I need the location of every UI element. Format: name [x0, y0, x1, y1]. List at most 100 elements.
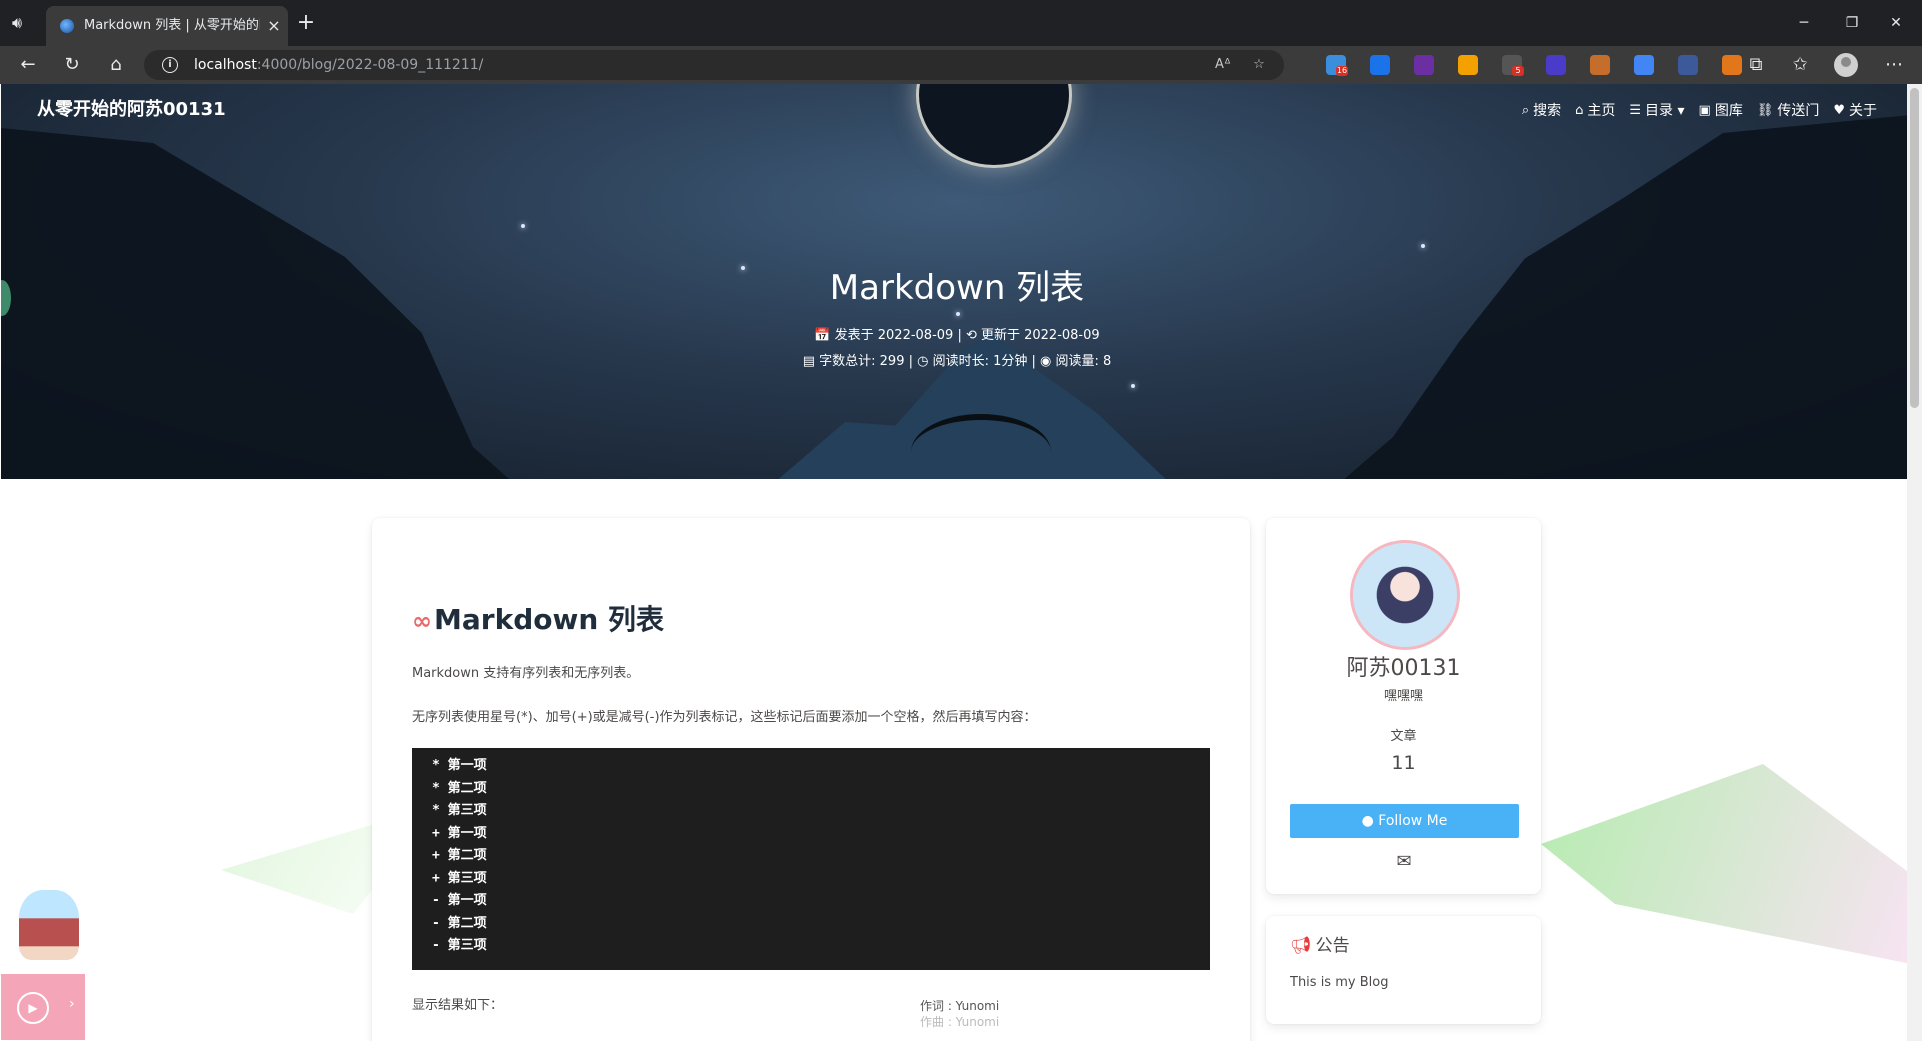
notice-title: 📢︎ 公告 — [1290, 934, 1350, 958]
chevron-right-icon[interactable]: › — [69, 996, 75, 1012]
decor-ribbon-right — [1541, 764, 1907, 964]
code-line: + 第三项 — [432, 870, 487, 886]
ext-6-icon[interactable] — [1546, 55, 1566, 75]
code-line: + 第一项 — [432, 825, 487, 841]
play-icon[interactable]: ▶ — [17, 992, 49, 1024]
articles-label[interactable]: 文章 — [1266, 728, 1541, 746]
code-line: - 第三项 — [432, 938, 487, 953]
mascot-character[interactable] — [19, 890, 79, 960]
ext-3-icon[interactable] — [1414, 55, 1434, 75]
restore-button[interactable]: ❐ — [1832, 10, 1872, 36]
puzzle-icon[interactable]: ⧉ — [1742, 53, 1770, 77]
anchor-link-icon[interactable]: ∞ — [412, 607, 432, 635]
ext-8-icon[interactable] — [1634, 55, 1654, 75]
url-text[interactable]: localhost:4000/blog/2022-08-09_111211/ — [194, 56, 483, 74]
nav-item-1[interactable]: ⌂ 主页 — [1575, 100, 1615, 122]
nav-item-2[interactable]: ☰ 目录 ▾ — [1629, 100, 1684, 122]
post-title: Markdown 列表 — [829, 268, 1085, 308]
gallery-icon: ▣ — [1698, 103, 1711, 118]
extension-badge: 5 — [1512, 66, 1524, 76]
post-meta-dates: 📅 发表于 2022-08-09 | ⟲ 更新于 2022-08-09 — [814, 328, 1100, 343]
nav-item-5[interactable]: ♥ 关于 — [1833, 100, 1877, 122]
nav-item-label: 关于 — [1849, 103, 1877, 119]
browser-window: 🔊︎ Markdown 列表 | 从零开始的阿苏00131 × + ─ ❐ ✕ … — [0, 0, 1922, 1041]
browser-toolbar: ← ↻ ⌂ i localhost:4000/blog/2022-08-09_1… — [0, 46, 1922, 84]
nav-item-0[interactable]: ⌕ 搜索 — [1522, 100, 1561, 122]
ext-1-icon[interactable]: 16 — [1326, 55, 1348, 76]
nav-item-label: 搜索 — [1533, 103, 1562, 119]
speaker-icon[interactable]: 🔊︎ — [12, 14, 34, 32]
ext-4-icon[interactable] — [1458, 55, 1478, 75]
lyric-line-1: 作词 : Yunomi — [920, 999, 1000, 1013]
unordered-description: 无序列表使用星号(*)、加号(+)或是减号(-)作为列表标记，这些标记后面要添加… — [412, 710, 1037, 725]
nav-item-label: 目录 ▾ — [1645, 103, 1685, 119]
ext-10-icon[interactable] — [1722, 55, 1742, 75]
ext-5-icon[interactable]: 5 — [1502, 55, 1524, 76]
tab-title: Markdown 列表 | 从零开始的阿苏00131 — [84, 18, 260, 33]
close-window-button[interactable]: ✕ — [1876, 10, 1916, 36]
ext-9-icon[interactable] — [1678, 55, 1698, 75]
home-button[interactable]: ⌂ — [102, 53, 130, 77]
profile-card: 阿苏00131 嘿嘿嘿 文章 11 ● Follow Me ✉ — [1266, 518, 1541, 894]
follow-me-button[interactable]: ● Follow Me — [1290, 804, 1519, 838]
star — [956, 312, 960, 316]
favicon-icon — [60, 19, 74, 33]
megaphone-icon: 📢︎ — [1290, 936, 1312, 956]
scroll-thumb[interactable] — [1910, 88, 1919, 408]
articles-count[interactable]: 11 — [1266, 750, 1541, 776]
star — [1421, 244, 1425, 248]
heart-icon: ♥ — [1833, 103, 1845, 118]
ext-7-icon[interactable] — [1590, 55, 1610, 75]
site-title[interactable]: 从零开始的阿苏00131 — [37, 98, 226, 122]
article-heading: ∞Markdown 列表 — [412, 600, 664, 641]
browser-tab[interactable]: Markdown 列表 | 从零开始的阿苏00131 × — [46, 6, 288, 46]
hero-moon — [916, 84, 1072, 168]
article-card: ∞Markdown 列表 Markdown 支持有序列表和无序列表。 无序列表使… — [372, 518, 1250, 1041]
code-block: * 第一项 * 第二项 * 第三项 + 第一项 + 第二项 + 第三项 - 第一项 - 第二项… — [412, 748, 1210, 970]
nav-item-label: 主页 — [1587, 103, 1616, 119]
author-avatar — [1350, 540, 1460, 650]
favorites-icon[interactable]: ✩ — [1786, 53, 1814, 77]
github-icon: ● — [1361, 813, 1374, 829]
link-icon: ⛓ — [1756, 103, 1774, 118]
page-scrollbar[interactable] — [1907, 84, 1922, 1041]
close-tab-icon[interactable]: × — [264, 16, 284, 36]
code-line: * 第二项 — [432, 780, 487, 796]
ext-2-icon[interactable] — [1370, 55, 1390, 75]
reload-button[interactable]: ↻ — [58, 53, 86, 77]
author-name: 阿苏00131 — [1346, 656, 1461, 681]
search-icon: ⌕ — [1521, 103, 1530, 118]
email-icon[interactable]: ✉ — [1394, 853, 1414, 871]
nav-item-label: 传送门 — [1777, 103, 1820, 119]
tab-strip: 🔊︎ Markdown 列表 | 从零开始的阿苏00131 × + ─ ❐ ✕ — [0, 0, 1922, 46]
more-menu-button[interactable]: ⋯ — [1880, 53, 1908, 77]
nav-item-3[interactable]: ▣ 图库 — [1699, 100, 1743, 122]
notice-body: This is my Blog — [1290, 975, 1389, 990]
read-aloud-icon[interactable]: Aᐞ — [1212, 55, 1234, 75]
site-nav: ⌕ 搜索 ⌂ 主页 ☰ 目录 ▾ ▣ 图库 ⛓ 传送门 ♥ 关于 — [1522, 100, 1877, 122]
address-bar[interactable]: i localhost:4000/blog/2022-08-09_111211/… — [144, 50, 1284, 80]
extension-badge: 16 — [1336, 66, 1348, 76]
back-button[interactable]: ← — [14, 53, 42, 77]
star — [1131, 384, 1135, 388]
minimize-button[interactable]: ─ — [1784, 10, 1824, 36]
add-favorite-icon[interactable]: ☆ — [1248, 55, 1270, 75]
code-line: - 第一项 — [432, 893, 487, 908]
home-icon: ⌂ — [1575, 103, 1584, 118]
result-label: 显示结果如下： — [412, 998, 504, 1013]
url-path: :4000/blog/2022-08-09_111211/ — [256, 57, 484, 73]
follow-label: Follow Me — [1378, 813, 1448, 829]
code-line: * 第三项 — [432, 803, 487, 818]
post-meta-stats: ▤ 字数总计: 299 | ◷ 阅读时长: 1分钟 | ◉ 阅读量: 8 — [802, 354, 1112, 369]
nav-item-4[interactable]: ⛓ 传送门 — [1757, 100, 1820, 122]
url-host: localhost — [194, 57, 257, 73]
code-line: + 第二项 — [432, 848, 487, 863]
author-description: 嘿嘿嘿 — [1383, 689, 1423, 704]
site-info-icon[interactable]: i — [162, 57, 178, 73]
new-tab-button[interactable]: + — [294, 11, 318, 35]
profile-avatar[interactable] — [1834, 53, 1858, 77]
notice-card: 📢︎ 公告 This is my Blog — [1266, 916, 1541, 1024]
lyric-line-2: 作曲 : Yunomi — [920, 1015, 1000, 1029]
nav-item-label: 图库 — [1714, 103, 1743, 119]
music-player[interactable]: ▶ › — [1, 974, 85, 1040]
